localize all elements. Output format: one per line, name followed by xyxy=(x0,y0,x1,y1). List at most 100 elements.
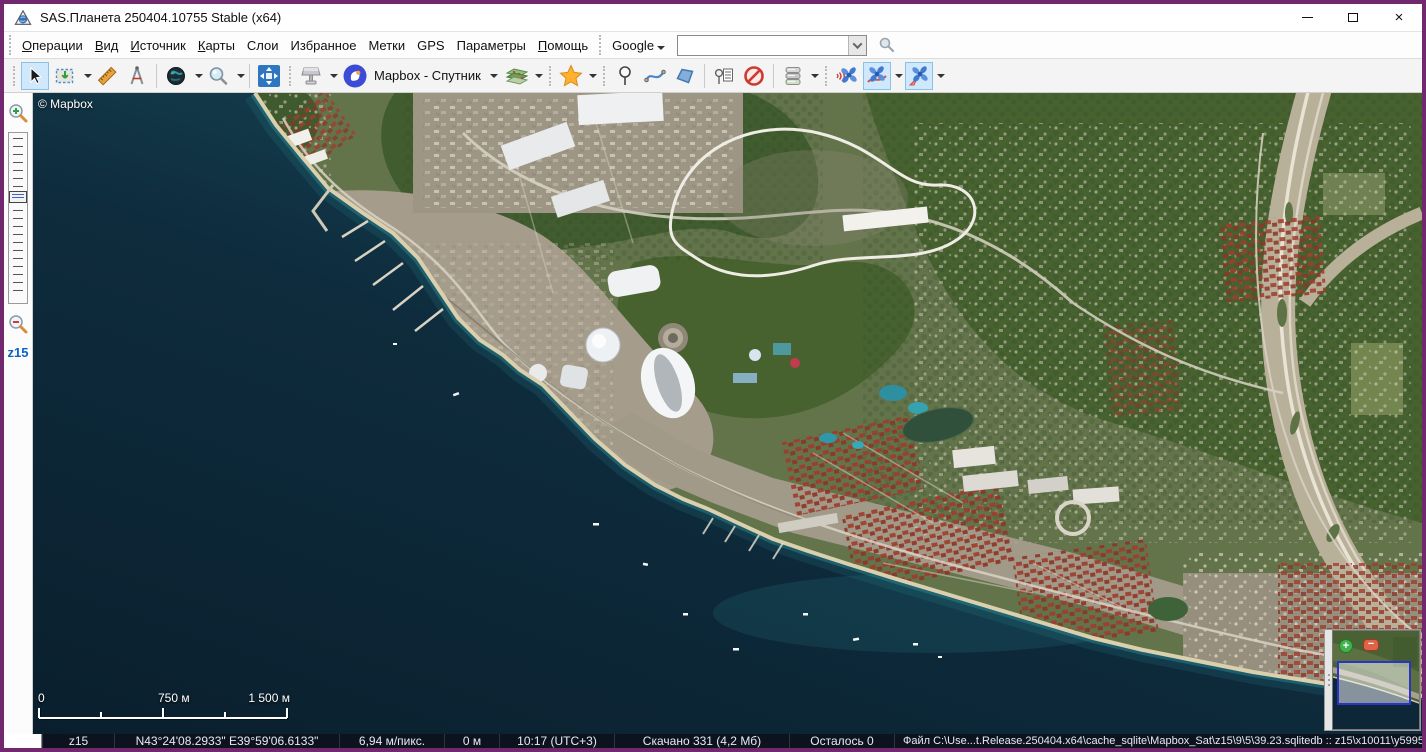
toolbar-gripper[interactable] xyxy=(825,66,827,86)
toolbar-gripper[interactable] xyxy=(289,66,291,86)
menu-item-help[interactable]: Помощь xyxy=(532,35,594,56)
forbidden-icon xyxy=(742,64,766,88)
layers-dropdown[interactable] xyxy=(532,62,544,90)
map-viewport[interactable]: © Mapbox 0 750 м 1 500 м xyxy=(33,93,1422,734)
statusbar-coordinates: N43°24'08.2933" E39°59'06.6133" xyxy=(114,734,339,748)
map-attribution: © Mapbox xyxy=(38,97,93,111)
cache-storage-button[interactable] xyxy=(779,62,807,90)
toolbar-gripper[interactable] xyxy=(9,35,11,55)
chevron-down-icon xyxy=(589,74,597,78)
zoom-slider-thumb[interactable] xyxy=(9,191,27,203)
close-button[interactable]: × xyxy=(1376,4,1422,31)
map-source-selector[interactable]: Mapbox - Спутник xyxy=(338,62,502,90)
menu-item-settings[interactable]: Параметры xyxy=(451,35,532,56)
map-source-label: Mapbox - Спутник xyxy=(374,68,481,83)
chevron-down-icon xyxy=(490,74,498,78)
favorites-dropdown[interactable] xyxy=(586,62,598,90)
zoom-slider[interactable] xyxy=(8,132,28,304)
zoom-slider-ticks xyxy=(13,138,23,298)
menu-item-operations[interactable]: Операции xyxy=(16,35,89,56)
menu-bar: Операции Вид Источник Карты Слои Избранн… xyxy=(4,31,1422,58)
statusbar-remaining: Осталось 0 xyxy=(789,734,894,748)
menu-item-gps[interactable]: GPS xyxy=(411,35,450,56)
toolbar-separator xyxy=(773,64,774,88)
fullscreen-button[interactable] xyxy=(255,62,283,90)
gps-follow-dropdown[interactable] xyxy=(934,62,946,90)
toolbar-gripper[interactable] xyxy=(599,35,601,55)
gps-satellite-track-icon xyxy=(865,64,889,88)
globe-icon xyxy=(165,65,187,87)
minimap-viewport-rect[interactable] xyxy=(1337,661,1411,705)
search-history-dropdown[interactable] xyxy=(848,36,866,55)
chevron-down-icon xyxy=(811,74,819,78)
chevron-down-icon xyxy=(657,46,665,50)
search-provider-dropdown[interactable]: Google xyxy=(606,36,667,55)
zoom-out-icon xyxy=(7,313,29,335)
minimap-gripper[interactable] xyxy=(1325,630,1332,730)
minimize-button[interactable] xyxy=(1284,4,1330,31)
ruler-tool-button[interactable] xyxy=(93,62,121,90)
chevron-down-icon xyxy=(237,74,245,78)
rect-select-dropdown[interactable] xyxy=(80,62,92,90)
cache-storage-dropdown[interactable] xyxy=(808,62,820,90)
add-placemark-button[interactable] xyxy=(611,62,639,90)
zoom-in-button[interactable] xyxy=(6,102,30,126)
menu-item-marks[interactable]: Метки xyxy=(362,35,411,56)
menu-item-layers[interactable]: Слои xyxy=(241,35,285,56)
hide-placemarks-button[interactable] xyxy=(740,62,768,90)
scale-label-mid: 750 м xyxy=(158,691,190,705)
menu-item-view[interactable]: Вид xyxy=(89,35,125,56)
gps-satellite-signal-icon xyxy=(835,64,859,88)
zoom-region-button[interactable] xyxy=(204,62,232,90)
projection-button[interactable] xyxy=(297,62,325,90)
gps-follow-button[interactable] xyxy=(905,62,933,90)
placemark-manager-button[interactable] xyxy=(710,62,738,90)
rect-select-icon xyxy=(54,65,76,87)
zoom-out-button[interactable] xyxy=(6,313,30,337)
search-input[interactable] xyxy=(678,36,848,55)
toolbar-separator xyxy=(249,64,250,88)
gps-satellite-follow-icon xyxy=(907,64,931,88)
maximize-icon xyxy=(1348,13,1358,22)
database-icon xyxy=(782,65,804,87)
statusbar-blank-pane xyxy=(4,734,42,748)
minimap[interactable]: + − xyxy=(1324,629,1421,731)
toolbar-gripper[interactable] xyxy=(603,66,605,86)
projection-dropdown[interactable] xyxy=(326,62,338,90)
toolbar-gripper[interactable] xyxy=(549,66,551,86)
statusbar-resolution: 6,94 м/пикс. xyxy=(339,734,444,748)
globe-view-dropdown[interactable] xyxy=(191,62,203,90)
scale-ruler xyxy=(38,706,290,720)
zoom-level-label[interactable]: z15 xyxy=(8,345,29,360)
chevron-down-icon xyxy=(853,39,863,49)
menu-item-maps[interactable]: Карты xyxy=(192,35,241,56)
menu-item-favorites[interactable]: Избранное xyxy=(285,35,363,56)
gps-track-dropdown[interactable] xyxy=(892,62,904,90)
add-polygon-button[interactable] xyxy=(671,62,699,90)
gps-track-button[interactable] xyxy=(863,62,891,90)
zoom-region-dropdown[interactable] xyxy=(233,62,245,90)
compass-divider-icon xyxy=(126,65,148,87)
add-path-button[interactable] xyxy=(641,62,669,90)
chevron-down-icon xyxy=(195,74,203,78)
rect-select-tool-button[interactable] xyxy=(51,62,79,90)
chevron-down-icon xyxy=(895,74,903,78)
zoom-panel: z15 xyxy=(4,93,33,734)
maximize-button[interactable] xyxy=(1330,4,1376,31)
distance-measure-button[interactable] xyxy=(123,62,151,90)
search-icon[interactable] xyxy=(877,35,897,55)
globe-view-button[interactable] xyxy=(162,62,190,90)
minimap-body[interactable]: + − xyxy=(1332,630,1420,730)
menu-item-source[interactable]: Источник xyxy=(124,35,192,56)
statusbar-downloaded: Скачано 331 (4,2 Мб) xyxy=(614,734,789,748)
path-icon xyxy=(644,65,666,87)
toolbar-gripper[interactable] xyxy=(13,66,15,86)
layers-button[interactable] xyxy=(503,62,531,90)
search-combobox[interactable] xyxy=(677,35,867,56)
favorites-button[interactable] xyxy=(557,62,585,90)
projection-device-icon xyxy=(299,64,323,88)
minimap-zoom-out-button[interactable]: − xyxy=(1363,639,1379,651)
gps-connect-button[interactable] xyxy=(833,62,861,90)
cursor-tool-button[interactable] xyxy=(21,62,49,90)
minimap-zoom-in-button[interactable]: + xyxy=(1339,639,1353,653)
